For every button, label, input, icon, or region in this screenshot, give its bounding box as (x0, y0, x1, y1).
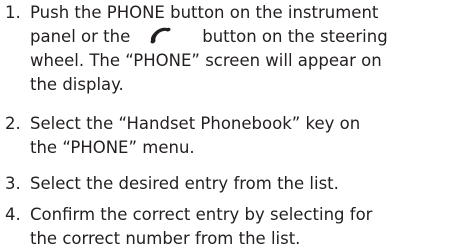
step-4-number: 4. (5, 205, 21, 224)
step-3-line-1: Select the desired entry from the list. (30, 174, 339, 193)
step-2-number: 2. (5, 114, 21, 133)
step-4-line-1: Confirm the correct entry by selecting f… (30, 205, 373, 224)
step-1-line-2-start: panel or the (30, 27, 131, 46)
step-1-line-2-end: button on the steering (202, 27, 388, 46)
step-1-line-3: wheel. The “PHONE” screen will appear on (30, 51, 382, 70)
step-1-number: 1. (5, 3, 21, 22)
step-1-line-1: Push the PHONE button on the instrument (30, 3, 379, 22)
step-2-line-2: the “PHONE” menu. (30, 138, 195, 157)
step-1-line-4: the display. (30, 75, 124, 94)
phone-handset-icon (150, 27, 171, 44)
step-2-line-1: Select the “Handset Phonebook” key on (30, 114, 361, 133)
step-4-line-2: the correct number from the list. (30, 229, 301, 248)
step-1-line-2: panel or the button on the steering (30, 24, 388, 50)
step-3-number: 3. (5, 174, 21, 193)
